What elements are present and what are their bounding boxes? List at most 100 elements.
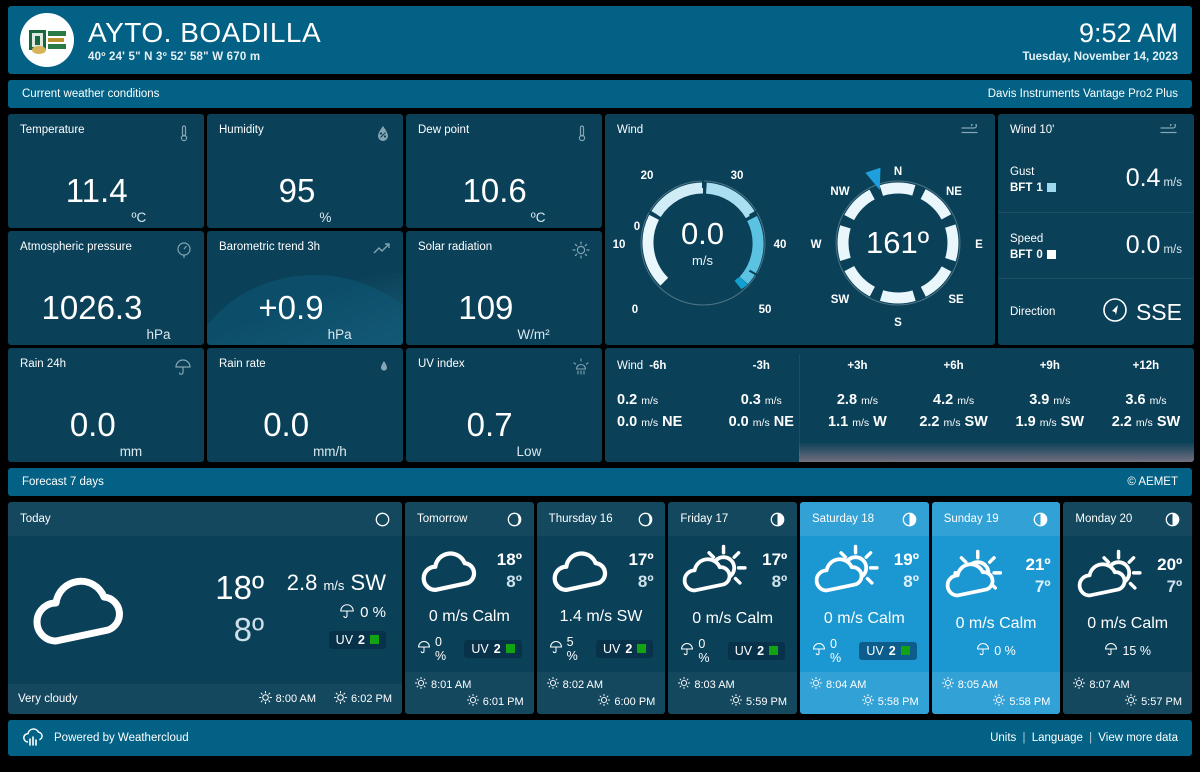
forecast-low: 8º	[637, 571, 654, 591]
weather-dashboard: AYTO. BOADILLA 40º 24' 5" N 3º 52' 58" W…	[0, 0, 1200, 772]
first-quarter-icon	[770, 512, 785, 527]
direction-value: SSE	[1135, 298, 1182, 325]
forecast-card-today[interactable]: Today 18º 8º 2.8 m/s SW 0 % UV 2 Very cl…	[8, 502, 402, 714]
forecast-wind: 0 m/s Calm	[955, 615, 1037, 632]
card-unit: Low	[516, 444, 542, 459]
sunrise: 8:04 AM	[809, 676, 919, 692]
sunrise-icon	[258, 690, 272, 707]
col-speed: 0.2 m/s	[617, 392, 659, 408]
powered-by-label: Powered by Weathercloud	[54, 732, 189, 744]
units-link[interactable]: Units	[990, 732, 1016, 744]
card-temperature[interactable]: Temperature 11.4 ºC	[8, 114, 204, 228]
wind-icon	[961, 124, 983, 138]
wind-forecast-col: Wind -6h 0.2 m/s 0.0 m/s NE	[605, 348, 713, 462]
card-rain-rate[interactable]: Rain rate 0.0 mm/h	[207, 348, 403, 462]
card-value: 0.7	[466, 405, 513, 443]
forecast-day-label: Thursday 16	[548, 513, 613, 525]
col-gust: 1.1 m/s W	[828, 414, 887, 430]
language-link[interactable]: Language	[1032, 732, 1083, 744]
umbrella-icon	[339, 603, 355, 623]
separator: |	[1089, 732, 1093, 744]
uv-color-swatch	[769, 646, 779, 655]
card-uv-index[interactable]: UV index 0.7 Low	[406, 348, 602, 462]
col-time: -6h	[649, 360, 667, 372]
col-speed: 2.8 m/s	[836, 392, 878, 408]
sunrise: 8:07 AM	[1073, 676, 1182, 692]
device-name: Davis Instruments Vantage Pro2 Plus	[987, 88, 1178, 100]
page-title: AYTO. BOADILLA	[88, 16, 322, 48]
svg-text:S: S	[894, 317, 902, 329]
forecast-precipitation: 0 %	[268, 603, 386, 623]
card-title: Barometric trend 3h	[219, 241, 320, 253]
forecast-card-tomorrow[interactable]: Tomorrow 18º 8º 0 m/s Calm 0 % UV 2 8:01…	[405, 502, 534, 714]
card-title: Rain 24h	[20, 358, 67, 370]
wind-speed-gauge: 0 10 20 30 40 50 0 0.0 m/s	[613, 153, 793, 333]
speed-unit: m/s	[1163, 244, 1182, 256]
sunset-icon	[1125, 693, 1138, 709]
new-moon-icon	[375, 512, 390, 527]
card-humidity[interactable]: Humidity 95%	[207, 114, 403, 228]
col-time: +3h	[847, 360, 868, 372]
umbrella-icon	[976, 642, 990, 659]
umbrella-icon	[417, 640, 431, 657]
forecast-day-label: Friday 17	[680, 513, 729, 525]
strip-divider	[799, 354, 801, 456]
card-atmospheric-pressure[interactable]: Atmospheric pressure 1026.3 hPa	[8, 231, 204, 345]
svg-text:E: E	[975, 239, 983, 251]
bft-label: BFT	[1010, 181, 1033, 194]
sunrise-time: 8:00 AM	[275, 693, 317, 705]
forecast-card-monday[interactable]: Monday 20 20º 7º 0 m/s Calm 15 % 8:07 AM…	[1063, 502, 1193, 714]
card-barometric-trend[interactable]: Barometric trend 3h +0.9 hPa	[207, 231, 403, 345]
sunset-time: 5:59 PM	[746, 695, 788, 708]
col-time: -3h	[752, 360, 770, 372]
forecast-card-friday[interactable]: Friday 17 17º 8º 0 m/s Calm 0 % UV 2 8:0…	[668, 502, 798, 714]
forecast-wind: 1.4 m/s SW	[559, 607, 643, 625]
svg-text:40: 40	[773, 239, 786, 251]
uv-color-swatch	[637, 644, 647, 653]
sunset-time: 6:02 PM	[351, 693, 392, 705]
forecast-card-sunday[interactable]: Sunday 19 21º 7º 0 m/s Calm 0 % 8:05 AM …	[931, 502, 1061, 714]
svg-text:50: 50	[758, 304, 771, 316]
view-more-data-link[interactable]: View more data	[1098, 732, 1178, 744]
wind-direction-compass: N NE E SE S SW W NW 161º	[808, 153, 988, 333]
umbrella-icon	[174, 358, 192, 376]
card-value: 95	[278, 171, 316, 209]
wind-forecast-col: +6h 4.2 m/s 2.2 m/s SW	[906, 348, 1002, 462]
card-unit: mm	[119, 444, 143, 459]
rain-percent: 0 %	[830, 636, 842, 665]
svg-text:10: 10	[613, 239, 625, 251]
col-speed: 3.6 m/s	[1125, 392, 1167, 408]
card-wind-10min[interactable]: Wind 10' Gust BFT 1 0.4 m/s Speed BFT 0 …	[998, 114, 1194, 345]
card-wind[interactable]: Wind 0 10 20 30 40 50 0 0.0 m/s N NE E S…	[605, 114, 995, 345]
uv-label: UV	[734, 643, 753, 658]
rain-percent: 15 %	[1122, 643, 1151, 658]
sunset: 5:58 PM	[810, 693, 919, 709]
forecast-precipitation: 0 %	[417, 635, 454, 663]
sunrise-icon	[546, 676, 559, 692]
forecast-card-saturday[interactable]: Saturday 18 19º 8º 0 m/s Calm 0 % UV 2 8…	[800, 502, 929, 714]
forecast-high: 18º	[496, 549, 522, 569]
card-dew-point[interactable]: Dew point 10.6 ºC	[406, 114, 602, 228]
forecast-day-label: Today	[20, 513, 51, 525]
wind-forecast-col: +9h 3.9 m/s 1.9 m/s SW	[1002, 348, 1098, 462]
card-rain-24h[interactable]: Rain 24h 0.0 mm	[8, 348, 204, 462]
forecast-condition: Very cloudy	[18, 693, 78, 705]
forecast-precipitation: 5 %	[549, 635, 586, 663]
cloud-icon	[20, 571, 150, 649]
sunrise-time: 8:04 AM	[826, 678, 867, 691]
card-solar-radiation[interactable]: Solar radiation 109 W/m²	[406, 231, 602, 345]
forecast-wind: 0 m/s Calm	[823, 609, 905, 627]
weathercloud-icon	[22, 727, 44, 750]
card-value: 109	[458, 288, 514, 326]
sun-behind-cloud-icon	[810, 544, 886, 598]
sunset-time: 5:58 PM	[1009, 695, 1051, 708]
forecast-card-thursday[interactable]: Thursday 16 17º 8º 1.4 m/s SW 5 % UV 2 8…	[536, 502, 666, 714]
raindrop-icon	[377, 358, 391, 374]
forecast-high: 17º	[762, 549, 788, 569]
svg-text:SW: SW	[830, 294, 849, 306]
card-value: 11.4	[65, 171, 128, 209]
card-unit: %	[319, 210, 332, 225]
umbrella-icon	[812, 642, 826, 659]
card-value: 10.6	[462, 171, 527, 209]
rain-percent: 0 %	[360, 604, 386, 622]
